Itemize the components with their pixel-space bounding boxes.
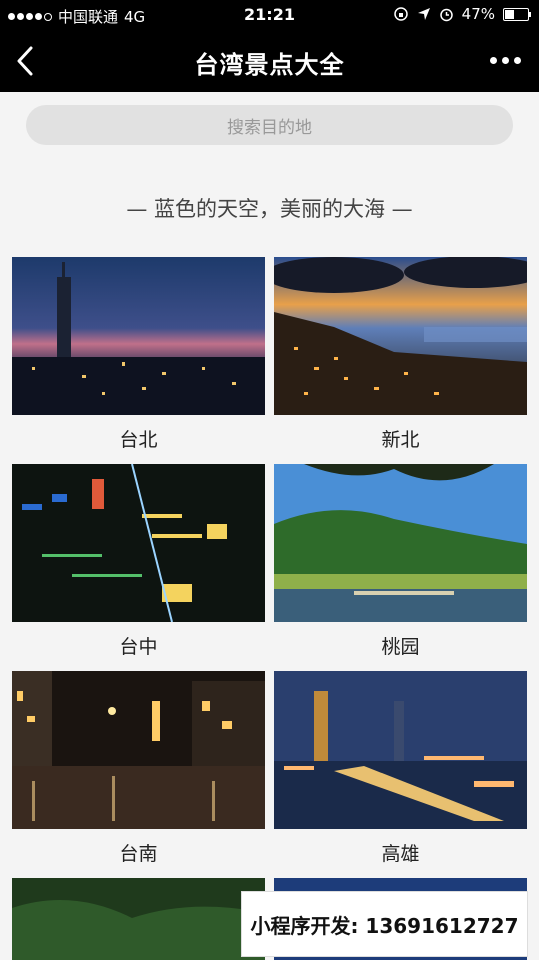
place-photo xyxy=(12,671,265,829)
place-name: 新北 xyxy=(381,429,420,451)
place-photo xyxy=(274,257,527,415)
lock-rotation-icon xyxy=(393,7,408,21)
battery-percent: 47% xyxy=(461,5,495,23)
place-card-taipei[interactable]: 台北 xyxy=(12,257,265,451)
place-name: 桃园 xyxy=(381,636,420,658)
alarm-icon xyxy=(439,8,453,21)
search-input[interactable]: 搜索目的地 xyxy=(26,105,513,145)
battery-icon xyxy=(503,7,531,21)
status-right: 47% xyxy=(393,5,531,23)
location-icon xyxy=(417,8,430,20)
page-title: 台湾景点大全 xyxy=(194,51,345,79)
place-card-kaohsiung[interactable]: 高雄 xyxy=(274,671,527,865)
section-tagline: — 蓝色的天空，美丽的大海 — xyxy=(126,197,413,221)
place-photo xyxy=(274,464,527,622)
place-card-partial-left[interactable] xyxy=(12,878,265,960)
place-name: 台南 xyxy=(119,843,158,865)
place-name: 高雄 xyxy=(381,843,420,865)
place-card-new-taipei[interactable]: 新北 xyxy=(274,257,527,451)
nav-bar: 台湾景点大全 xyxy=(0,30,539,92)
watermark-banner: 小程序开发: 13691612727 xyxy=(241,891,528,957)
place-name: 台北 xyxy=(119,429,158,451)
place-card-tainan[interactable]: 台南 xyxy=(12,671,265,865)
status-bar: 中国联通 4G 21:21 47% xyxy=(0,0,539,30)
place-name: 台中 xyxy=(119,636,158,658)
place-photo xyxy=(12,464,265,622)
place-photo xyxy=(12,257,265,415)
place-card-taichung[interactable]: 台中 xyxy=(12,464,265,658)
place-card-taoyuan[interactable]: 桃园 xyxy=(274,464,527,658)
more-options-icon[interactable] xyxy=(490,57,521,64)
place-photo xyxy=(274,671,527,829)
place-photo xyxy=(12,878,265,960)
search-placeholder: 搜索目的地 xyxy=(227,117,312,138)
